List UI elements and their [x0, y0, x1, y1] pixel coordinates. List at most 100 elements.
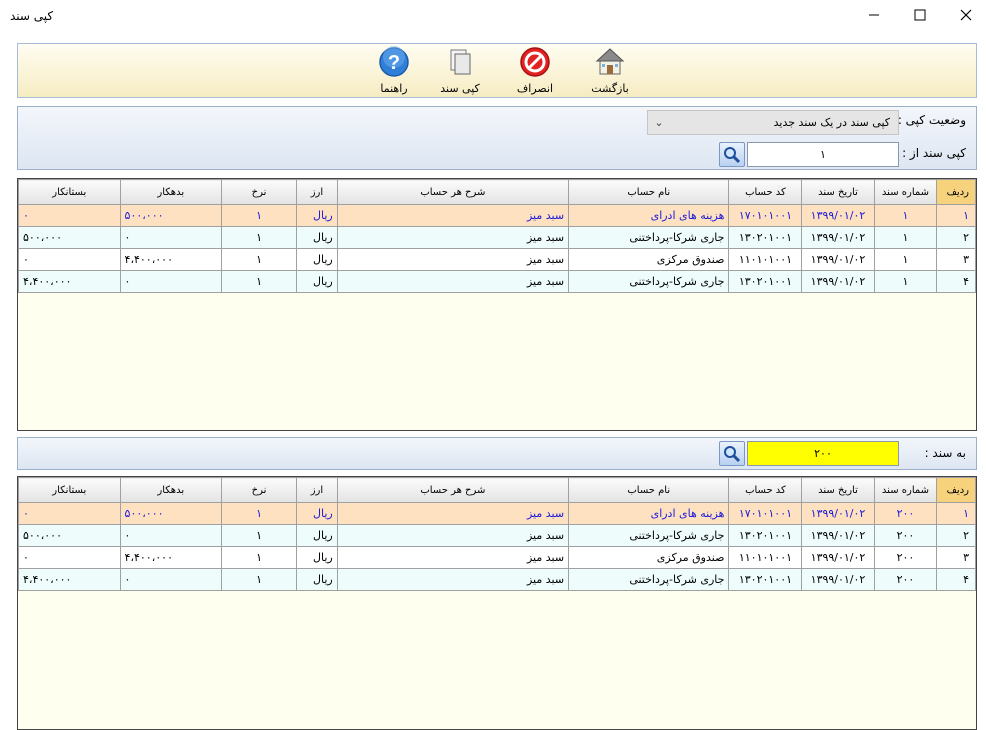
table-cell: ۱۳۰۲۰۱۰۰۱	[728, 524, 803, 547]
table-cell: ۱۳۹۹/۰۱/۰۲	[801, 568, 875, 591]
table-cell: ۲۰۰	[873, 568, 938, 591]
table-cell: سبد میز	[336, 270, 570, 293]
copy-document-button[interactable]: کپی سند	[425, 46, 495, 96]
column-header[interactable]: بستانکار	[18, 477, 121, 503]
table-row[interactable]: ۱ ۱ ۱۳۹۹/۰۱/۰۲ ۱۷۰۱۰۱۰۰۱ هزینه های ادرای سبد …	[18, 204, 976, 227]
table-row[interactable]: ۳ ۲۰۰ ۱۳۹۹/۰۱/۰۲ ۱۱۰۱۰۱۰۰۱ صندوق مرکزی سبد می…	[18, 546, 976, 569]
target-document-input[interactable]: ۲۰۰	[747, 441, 899, 466]
table-cell: ۰	[119, 524, 223, 547]
minimize-button[interactable]	[851, 0, 897, 30]
table-cell: ۱۳۹۹/۰۱/۰۲	[801, 204, 875, 227]
column-header[interactable]: نام حساب	[568, 179, 730, 205]
back-button[interactable]: بازگشت	[575, 46, 645, 96]
table-row[interactable]: ۳ ۱ ۱۳۹۹/۰۱/۰۲ ۱۱۰۱۰۱۰۰۱ صندوق مرکزی سبد میز ر…	[18, 248, 976, 271]
cancel-button[interactable]: انصراف	[500, 46, 570, 96]
table-cell: ۰	[119, 568, 223, 591]
table-row[interactable]: ۲ ۲۰۰ ۱۳۹۹/۰۱/۰۲ ۱۳۰۲۰۱۰۰۱ جاری شرکا-پرداختن…	[18, 524, 976, 547]
table-cell: ۳	[936, 546, 976, 569]
table-cell: جاری شرکا-پرداختنی	[568, 226, 730, 249]
minimize-icon	[869, 14, 879, 16]
table-cell: ۱۳۹۹/۰۱/۰۲	[801, 248, 875, 271]
table-cell: سبد میز	[336, 568, 570, 591]
table-cell: جاری شرکا-پرداختنی	[568, 568, 730, 591]
copy-from-input[interactable]: ۱	[747, 142, 899, 167]
column-header[interactable]: شماره سند	[873, 477, 938, 503]
table-cell: سبد میز	[336, 226, 570, 249]
table-cell: ۰	[119, 270, 223, 293]
table-cell: جاری شرکا-پرداختنی	[568, 270, 730, 293]
table-cell: ۱	[221, 226, 298, 249]
search-target-button[interactable]	[719, 441, 745, 466]
column-header[interactable]: ارز	[296, 179, 338, 205]
table-cell: ریال	[296, 226, 338, 249]
table-cell: ریال	[296, 546, 338, 569]
table-cell: ۱	[873, 248, 938, 271]
source-document-grid[interactable]: ردیف شماره سند تاریخ سند کد حساب نام حساب شرح…	[17, 178, 977, 431]
table-cell: سبد میز	[336, 524, 570, 547]
column-header[interactable]: بدهکار	[119, 179, 223, 205]
column-header[interactable]: ارز	[296, 477, 338, 503]
copy-status-select[interactable]: کپی سند در یک سند جدید ⌄	[647, 110, 899, 135]
table-cell: ۱۳۹۹/۰۱/۰۲	[801, 226, 875, 249]
help-button[interactable]: ? راهنما	[359, 46, 429, 96]
cancel-label: انصراف	[516, 82, 554, 95]
table-cell: ۱	[221, 248, 298, 271]
grid-table: ردیف شماره سند تاریخ سند کد حساب نام حساب شرح…	[18, 179, 976, 293]
table-cell: ۵۰۰،۰۰۰	[119, 204, 223, 227]
help-label: راهنما	[380, 82, 408, 95]
column-header[interactable]: نرخ	[221, 179, 298, 205]
column-header[interactable]: کد حساب	[728, 179, 803, 205]
table-cell: صندوق مرکزی	[568, 546, 730, 569]
column-header[interactable]: ردیف	[936, 477, 976, 503]
column-header[interactable]: شرح هر حساب	[336, 477, 570, 503]
table-row[interactable]: ۴ ۱ ۱۳۹۹/۰۱/۰۲ ۱۳۰۲۰۱۰۰۱ جاری شرکا-پرداختنی س…	[18, 270, 976, 293]
table-cell: ۱۳۹۹/۰۱/۰۲	[801, 546, 875, 569]
cancel-icon	[520, 47, 550, 77]
copy-status-value: کپی سند در یک سند جدید	[773, 116, 890, 129]
table-cell: ۱۱۰۱۰۱۰۰۱	[728, 248, 803, 271]
column-header[interactable]: بدهکار	[119, 477, 223, 503]
column-header[interactable]: شرح هر حساب	[336, 179, 570, 205]
table-cell: ۱	[873, 270, 938, 293]
column-header[interactable]: بستانکار	[18, 179, 121, 205]
table-cell: ۱	[221, 546, 298, 569]
table-row[interactable]: ۱ ۲۰۰ ۱۳۹۹/۰۱/۰۲ ۱۷۰۱۰۱۰۰۱ هزینه های ادرای سب…	[18, 502, 976, 525]
table-cell: ۴	[936, 568, 976, 591]
table-cell: ۱	[221, 502, 298, 525]
table-cell: ۱۳۹۹/۰۱/۰۲	[801, 270, 875, 293]
table-cell: ریال	[296, 204, 338, 227]
search-source-button[interactable]	[719, 142, 745, 167]
column-header[interactable]: کد حساب	[728, 477, 803, 503]
table-row[interactable]: ۲ ۱ ۱۳۹۹/۰۱/۰۲ ۱۳۰۲۰۱۰۰۱ جاری شرکا-پرداختنی س…	[18, 226, 976, 249]
target-document-grid[interactable]: ردیف شماره سند تاریخ سند کد حساب نام حساب شرح…	[17, 476, 977, 730]
table-row[interactable]: ۴ ۲۰۰ ۱۳۹۹/۰۱/۰۲ ۱۳۰۲۰۱۰۰۱ جاری شرکا-پرداختن…	[18, 568, 976, 591]
table-cell: ریال	[296, 502, 338, 525]
table-cell: جاری شرکا-پرداختنی	[568, 524, 730, 547]
chevron-down-icon: ⌄	[654, 116, 664, 129]
table-cell: ۲	[936, 524, 976, 547]
table-cell: ۰	[18, 204, 121, 227]
search-icon	[724, 445, 741, 462]
table-cell: سبد میز	[336, 248, 570, 271]
table-cell: سبد میز	[336, 502, 570, 525]
table-cell: ۱	[221, 204, 298, 227]
column-header[interactable]: تاریخ سند	[801, 179, 875, 205]
table-cell: ریال	[296, 524, 338, 547]
table-cell: ۲۰۰	[873, 546, 938, 569]
column-header[interactable]: تاریخ سند	[801, 477, 875, 503]
table-cell: ۵۰۰،۰۰۰	[119, 502, 223, 525]
table-cell: ۱	[221, 524, 298, 547]
column-header[interactable]: نرخ	[221, 477, 298, 503]
column-header[interactable]: ردیف	[936, 179, 976, 205]
back-label: بازگشت	[591, 82, 629, 95]
column-header[interactable]: شماره سند	[873, 179, 938, 205]
column-header[interactable]: نام حساب	[568, 477, 730, 503]
maximize-button[interactable]	[897, 0, 943, 30]
table-cell: هزینه های ادرای	[568, 204, 730, 227]
search-icon	[724, 146, 741, 163]
table-cell: ۴	[936, 270, 976, 293]
close-button[interactable]	[943, 0, 986, 30]
window-title: کپی سند	[10, 9, 54, 23]
table-cell: ۴،۴۰۰،۰۰۰	[119, 546, 223, 569]
maximize-icon	[914, 9, 926, 21]
